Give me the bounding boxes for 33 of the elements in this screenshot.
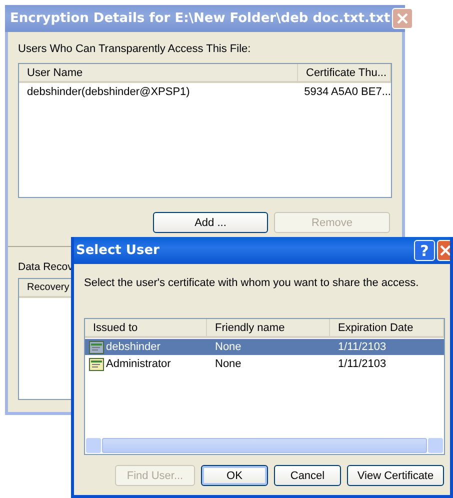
dialog-button[interactable]: Add ... xyxy=(153,212,268,233)
cell-text: Administrator xyxy=(106,358,171,370)
cell-text: debshinder(debshinder@XPSP1) xyxy=(27,86,190,98)
list-row[interactable]: debshinder None 1/11/2103 xyxy=(85,339,444,355)
close-icon xyxy=(440,245,450,256)
help-button[interactable]: ? xyxy=(414,240,435,261)
window-title: Select User xyxy=(76,243,160,258)
window-title: Encryption Details for E:\New Folder\deb doc.txt.txt xyxy=(10,11,390,26)
cell-text: 1/11/2103 xyxy=(338,341,386,353)
close-button[interactable] xyxy=(437,240,450,261)
list-row[interactable]: debshinder(debshinder@XPSP1) 5934 A5A0 BE7... xyxy=(19,84,391,100)
cell-text: 5934 A5A0 BE7... xyxy=(304,86,391,98)
column-header[interactable]: User Name xyxy=(19,64,298,81)
certificate-icon xyxy=(89,340,104,354)
cell-text: debshinder xyxy=(106,341,160,353)
column-header[interactable]: Issued to xyxy=(85,319,207,336)
dialog-button[interactable]: View Certificate xyxy=(347,465,444,486)
horizontal-scrollbar[interactable] xyxy=(86,438,443,453)
column-header[interactable]: Certificate Thu... xyxy=(298,64,391,81)
dialog-button[interactable]: OK xyxy=(201,465,268,486)
section-label: Users Who Can Transparently Access This File: xyxy=(18,43,252,55)
cell-text: None xyxy=(215,358,242,370)
column-header[interactable]: Friendly name xyxy=(207,319,330,336)
section-label: Data Recov xyxy=(18,261,74,273)
dialog-button[interactable]: Cancel xyxy=(274,465,341,486)
list-row[interactable]: Administrator None 1/11/2103 xyxy=(85,356,444,372)
instruction-text: Select the user's certificate with whom you want to share the access. xyxy=(84,277,420,289)
column-header[interactable]: Expiration Date xyxy=(330,319,444,336)
cell-text: None xyxy=(215,341,242,353)
close-button[interactable] xyxy=(392,8,414,29)
cell-text: 1/11/2103 xyxy=(338,358,386,370)
certificate-icon xyxy=(89,358,104,370)
close-icon xyxy=(397,13,408,24)
